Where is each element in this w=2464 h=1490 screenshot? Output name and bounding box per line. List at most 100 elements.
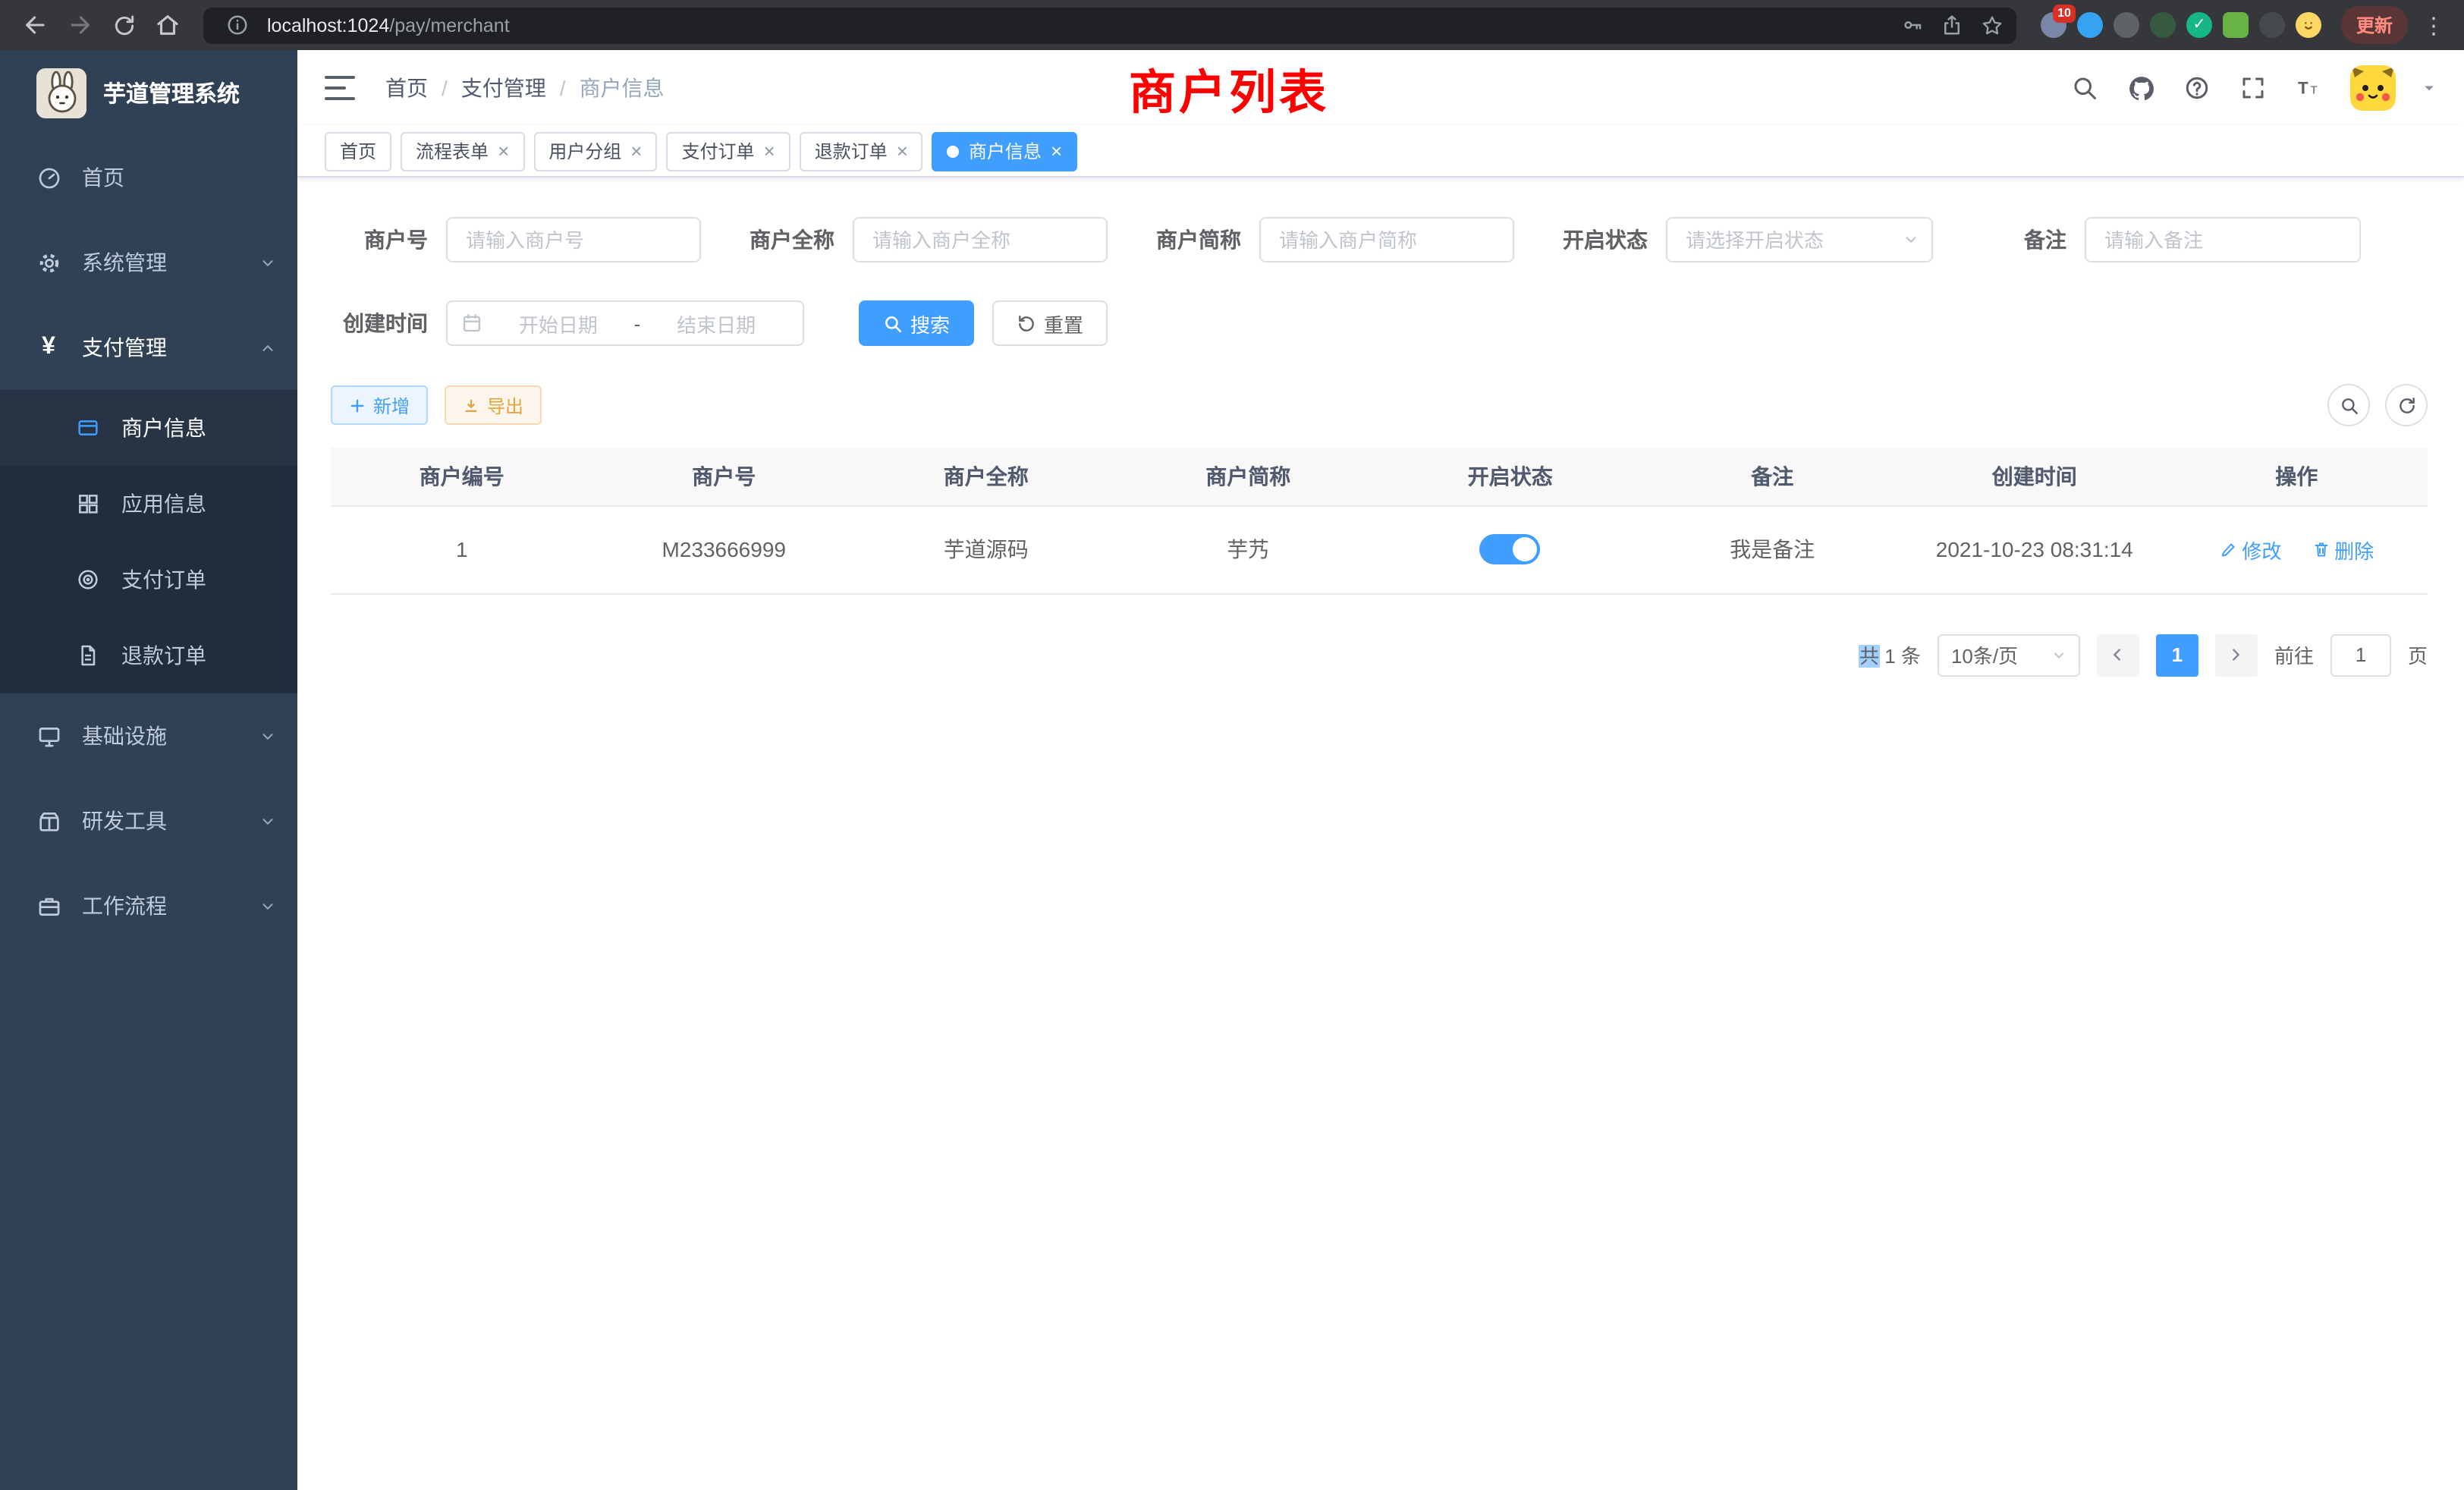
tab-merchant-info[interactable]: 商户信息× [932, 131, 1077, 171]
table-row: 1 M233666999 芋道源码 芋艿 我是备注 2021-10-23 08:… [331, 505, 2428, 593]
tab-pay-order[interactable]: 支付订单× [666, 131, 790, 171]
sidebar-item-label: 支付管理 [82, 332, 167, 363]
tab-close-icon[interactable]: × [498, 141, 509, 161]
fullscreen-icon[interactable] [2238, 73, 2268, 103]
date-start-placeholder: 开始日期 [486, 309, 631, 338]
sidebar-logo[interactable]: 芋道管理系统 [0, 50, 297, 135]
site-info-icon[interactable] [218, 7, 255, 43]
home-icon[interactable] [147, 5, 188, 46]
chevron-down-icon [259, 813, 276, 829]
help-icon[interactable] [2182, 73, 2212, 103]
sidebar-item-workflow[interactable]: 工作流程 [0, 863, 297, 948]
cell-remark: 我是备注 [1642, 505, 1904, 593]
filter-short-name: 商户简称 [1144, 217, 1514, 262]
status-select[interactable] [1666, 217, 1933, 262]
github-icon[interactable] [2126, 73, 2156, 103]
card-icon [73, 416, 103, 440]
total-count-highlight: 共 [1859, 645, 1879, 668]
reset-button[interactable]: 重置 [992, 300, 1108, 346]
page-number-1[interactable]: 1 [2156, 633, 2198, 676]
goto-page-input[interactable] [2330, 633, 2391, 676]
breadcrumb-payment[interactable]: 支付管理 [461, 73, 546, 103]
delete-link[interactable]: 删除 [2312, 535, 2374, 564]
col-full-name: 商户全称 [855, 448, 1117, 505]
search-button[interactable]: 搜索 [859, 300, 974, 346]
extension-badge: 10 [2053, 5, 2076, 23]
breadcrumb-separator: / [442, 76, 448, 100]
bookmark-star-icon[interactable] [1974, 7, 2010, 43]
search-icon[interactable] [2070, 73, 2100, 103]
yen-icon: ¥ [33, 334, 64, 361]
extension-check-icon[interactable]: ✓ [2186, 12, 2212, 38]
update-button[interactable]: 更新 [2341, 6, 2408, 44]
merchant-no-input[interactable] [446, 217, 701, 262]
tab-process-form[interactable]: 流程表单× [401, 131, 524, 171]
tab-refund-order[interactable]: 退款订单× [800, 131, 923, 171]
add-button-label: 新增 [373, 392, 410, 418]
sidebar-item-label: 研发工具 [82, 806, 167, 836]
date-range-picker[interactable]: 开始日期 - 结束日期 [446, 300, 804, 346]
address-bar[interactable]: localhost:1024/pay/merchant [203, 7, 2016, 43]
back-icon[interactable] [15, 5, 56, 46]
sidebar-item-merchant-info[interactable]: 商户信息 [0, 390, 297, 466]
add-button[interactable]: 新增 [331, 385, 428, 425]
remark-input[interactable] [2085, 217, 2361, 262]
col-merchant-id: 商户编号 [331, 448, 593, 505]
extension-drop-icon[interactable] [2077, 12, 2103, 38]
extension-gray-icon[interactable] [2114, 12, 2139, 38]
status-select-input[interactable] [1666, 217, 1933, 262]
font-size-icon[interactable]: TT [2294, 73, 2324, 103]
sidebar-item-payment[interactable]: ¥ 支付管理 [0, 305, 297, 390]
tab-close-icon[interactable]: × [897, 141, 908, 161]
extension-pinned-icon[interactable]: 10 [2041, 12, 2066, 38]
svg-text:T: T [2311, 84, 2318, 97]
password-key-icon[interactable] [1895, 7, 1931, 43]
sidebar-item-label: 首页 [82, 162, 124, 193]
extension-leaf-icon[interactable] [2223, 12, 2249, 38]
full-name-input[interactable] [853, 217, 1108, 262]
tab-close-icon[interactable]: × [630, 141, 642, 161]
sidebar-item-pay-order[interactable]: 支付订单 [0, 542, 297, 618]
payment-submenu: 商户信息 应用信息 支付订单 [0, 390, 297, 693]
url-host: localhost:1024 [267, 14, 389, 36]
sidebar-item-infra[interactable]: 基础设施 [0, 693, 297, 778]
briefcase-icon [33, 893, 64, 919]
app-navbar: 首页 / 支付管理 / 商户信息 商户列表 [297, 50, 2464, 126]
breadcrumb-home[interactable]: 首页 [385, 73, 428, 103]
col-short-name: 商户简称 [1117, 448, 1380, 505]
tab-close-icon[interactable]: × [764, 141, 775, 161]
sidebar-item-home[interactable]: 首页 [0, 135, 297, 220]
filter-merchant-no: 商户号 [331, 217, 701, 262]
sidebar-item-refund-order[interactable]: 退款订单 [0, 618, 297, 693]
tab-close-icon[interactable]: × [1051, 141, 1062, 161]
page-size-select[interactable]: 10条/页 [1938, 633, 2080, 676]
col-actions: 操作 [2166, 448, 2428, 505]
short-name-input[interactable] [1259, 217, 1514, 262]
refresh-icon[interactable] [2385, 384, 2428, 426]
prev-page-button[interactable] [2097, 633, 2139, 676]
forward-icon[interactable] [59, 5, 100, 46]
status-toggle[interactable] [1480, 534, 1541, 564]
extension-green-dark-icon[interactable] [2150, 12, 2176, 38]
sidebar-toggle-icon[interactable] [325, 76, 355, 100]
sidebar-item-app-info[interactable]: 应用信息 [0, 466, 297, 542]
profile-smiley-icon[interactable] [2296, 12, 2321, 38]
breadcrumb-separator: / [560, 76, 566, 100]
sidebar-item-system[interactable]: 系统管理 [0, 220, 297, 305]
user-avatar[interactable] [2350, 65, 2396, 111]
reload-icon[interactable] [103, 5, 144, 46]
tab-home[interactable]: 首页 [325, 131, 391, 171]
edit-link[interactable]: 修改 [2219, 535, 2281, 564]
extension-pin-icon[interactable] [2259, 12, 2285, 38]
sidebar-item-dev-tools[interactable]: 研发工具 [0, 778, 297, 863]
share-icon[interactable] [1934, 7, 1971, 43]
filter-remark: 备注 [1969, 217, 2361, 262]
sidebar-item-label: 退款订单 [121, 640, 206, 671]
avatar-caret-down-icon[interactable] [2422, 80, 2437, 96]
export-button[interactable]: 导出 [445, 385, 542, 425]
tab-user-group[interactable]: 用户分组× [533, 131, 657, 171]
toggle-search-icon[interactable] [2327, 384, 2370, 426]
next-page-button[interactable] [2215, 633, 2258, 676]
browser-menu-kebab-icon[interactable]: ⋮ [2418, 11, 2449, 39]
table-tools [2327, 384, 2428, 426]
